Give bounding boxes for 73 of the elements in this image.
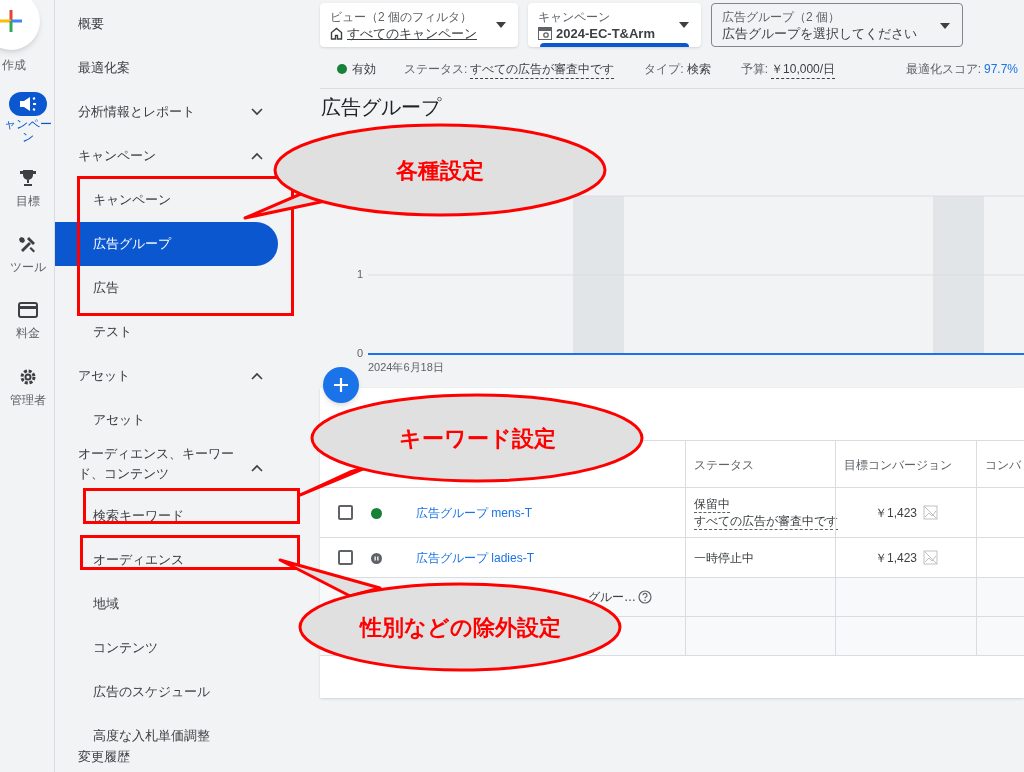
status-detail: すべての広告が審査中です (694, 512, 838, 530)
dropdown-icon (679, 22, 689, 28)
tools-icon (17, 234, 38, 254)
summary-label: 予算: (740, 60, 769, 78)
summary-value: ￥10,000/日 (771, 59, 836, 79)
trophy-icon (17, 168, 38, 188)
filter-dropdown[interactable]: 広告グループ（2 個） 広告グループを選択してください (711, 3, 963, 47)
ad-group-link[interactable]: 広告グループ ladies-T (416, 550, 534, 566)
nav-item[interactable]: 概要 (78, 9, 104, 39)
nav-item[interactable]: 分析情報とレポート (78, 97, 195, 127)
home-icon (330, 27, 343, 40)
nav-item[interactable]: 地域 (93, 589, 119, 619)
collapse-icon[interactable] (251, 372, 263, 380)
table-cell-text: ￥1,423 (874, 549, 917, 567)
nav-item[interactable]: 広告グループ (55, 222, 278, 266)
nav-item[interactable]: アセット (93, 405, 145, 435)
callout-text: キーワード設定 (398, 424, 556, 452)
plus-icon (0, 9, 23, 33)
summary-value: すべての広告が審査中です (470, 59, 615, 79)
dropdown-icon (496, 22, 506, 28)
table-cell-text: ￥1,423 (874, 504, 917, 522)
summary-label: タイプ: (644, 61, 684, 78)
rail-item[interactable]: ツール (0, 232, 54, 276)
nav-item[interactable]: コンテンツ (93, 633, 158, 663)
collapse-icon[interactable] (251, 152, 263, 160)
expand-icon[interactable] (251, 108, 263, 116)
status-dot-icon (371, 508, 382, 519)
checkbox[interactable] (338, 505, 353, 520)
pause-icon (371, 553, 382, 564)
nav-item[interactable]: テスト (93, 317, 132, 347)
chart-off-icon (923, 550, 938, 565)
nav-item[interactable]: オーディエンス (93, 545, 184, 575)
filter-dropdown[interactable]: ビュー（2 個のフィルタ） すべてのキャンペーン (320, 3, 518, 47)
summary-label: ステータス: (404, 60, 468, 78)
nav-item[interactable]: アセット (78, 361, 130, 391)
status-text: 保留中 (694, 495, 730, 513)
page-title: 広告グループ (321, 95, 441, 119)
collapse-icon[interactable] (251, 464, 263, 472)
callout-text: 性別などの除外設定 (359, 613, 561, 641)
y-tick-label: 1 (355, 267, 363, 281)
status-indicator: 有効 (337, 60, 376, 78)
filter-dropdown[interactable]: キャンペーン 2024-EC-T&Arm (528, 3, 701, 47)
rail-label: 作成 (2, 57, 26, 74)
summary-label: 最適化スコア: (905, 61, 981, 78)
ad-group-link[interactable]: 広告グループ mens-T (416, 505, 532, 521)
callout-text: 各種設定 (396, 156, 484, 184)
rail-item[interactable]: ャンペーン (0, 92, 54, 144)
rail-item[interactable]: 料金 (0, 298, 54, 342)
nav-item[interactable]: 最適化案 (78, 53, 130, 83)
card-icon (17, 302, 38, 318)
nav-item[interactable]: 広告 (93, 273, 119, 303)
nav-item[interactable]: 広告のスケジュール (93, 677, 210, 707)
nav-item[interactable]: キャンペーン (78, 141, 156, 171)
nav-item[interactable]: キャンペーン (93, 185, 171, 215)
dropdown-icon (940, 23, 950, 29)
chart-off-icon (923, 505, 938, 520)
megaphone-icon (17, 96, 38, 112)
y-tick-label: 0 (355, 346, 363, 360)
date-label: 2024年6月18日 (368, 360, 444, 374)
help-icon[interactable] (638, 590, 652, 604)
score-value: 97.7% (983, 61, 1018, 78)
nav-item[interactable]: オーディエンス、キーワード、コンテンツ (78, 440, 238, 488)
summary-value: 検索 (686, 61, 711, 78)
browser-icon (538, 27, 552, 40)
column-header[interactable]: コンバ (976, 441, 1024, 488)
rail-item[interactable]: 目標 (0, 166, 54, 210)
add-button[interactable] (323, 367, 359, 403)
checkbox[interactable] (338, 550, 353, 565)
column-header[interactable]: ステータス (685, 441, 835, 488)
plus-icon (333, 377, 349, 393)
rail-item[interactable]: 管理者 (0, 365, 54, 409)
status-text: 一時停止中 (694, 549, 754, 566)
column-header[interactable]: 目標コンバージョン (835, 441, 976, 488)
